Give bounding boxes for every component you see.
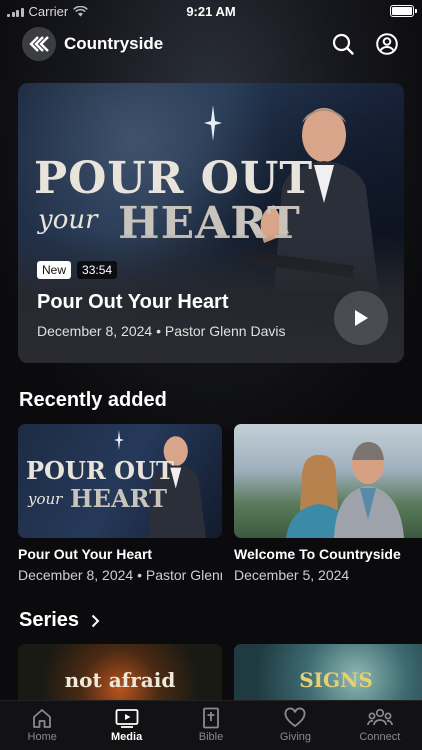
play-button[interactable] bbox=[334, 291, 388, 345]
series-art-title: SIGNS bbox=[299, 668, 373, 692]
play-icon bbox=[355, 310, 368, 326]
tab-label: Connect bbox=[359, 731, 401, 743]
bible-icon bbox=[203, 707, 219, 729]
hero-art-subtitle: your bbox=[38, 205, 98, 235]
status-time: 9:21 AM bbox=[186, 4, 236, 19]
card-meta: December 5, 2024 bbox=[234, 567, 350, 583]
media-card[interactable]: Welcome To Countryside December 5, 2024 bbox=[234, 424, 422, 583]
media-thumbnail bbox=[234, 424, 422, 538]
logo-icon[interactable] bbox=[22, 27, 56, 61]
battery-icon bbox=[390, 5, 417, 17]
account-icon[interactable] bbox=[374, 31, 400, 57]
tab-media[interactable]: Media bbox=[84, 701, 168, 750]
recently-added-list[interactable]: POUR OUT your HEART Pour Out Your Heart … bbox=[18, 424, 422, 583]
people-icon bbox=[366, 708, 393, 726]
new-badge: New bbox=[37, 261, 72, 279]
duration-badge: 33:54 bbox=[77, 261, 118, 279]
tab-giving[interactable]: Giving bbox=[253, 701, 337, 750]
series-card[interactable]: SIGNS bbox=[234, 644, 422, 700]
tab-label: Giving bbox=[279, 731, 312, 743]
tab-bar: Home Media Bible Giving Connect bbox=[0, 700, 422, 750]
thumb-art-title: POUR OUT bbox=[26, 456, 174, 485]
series-heading: Series bbox=[19, 609, 80, 631]
chevron-right-icon bbox=[91, 614, 100, 627]
card-meta: December 8, 2024 • Pastor Glenn Davis bbox=[18, 567, 222, 583]
thumb-art-heart: HEART bbox=[70, 484, 167, 513]
hero-art-title: POUR OUT bbox=[34, 153, 314, 204]
series-header[interactable]: Series bbox=[19, 609, 100, 632]
tab-label: Bible bbox=[198, 731, 224, 743]
media-icon bbox=[115, 709, 139, 728]
tab-bible[interactable]: Bible bbox=[169, 701, 253, 750]
tab-label: Media bbox=[111, 731, 143, 743]
card-title: Welcome To Countryside bbox=[234, 546, 401, 562]
media-card[interactable]: POUR OUT your HEART Pour Out Your Heart … bbox=[18, 424, 222, 583]
series-art-title: not afraid bbox=[64, 668, 176, 692]
recently-added-heading: Recently added bbox=[19, 389, 167, 411]
app-header: Countryside bbox=[22, 26, 400, 62]
media-thumbnail: POUR OUT your HEART bbox=[18, 424, 222, 538]
status-bar: Carrier 9:21 AM bbox=[0, 0, 422, 22]
series-card[interactable]: not afraid bbox=[18, 644, 222, 700]
featured-sermon-card[interactable]: POUR OUT your HEART New 33:54 Pour Out Y… bbox=[18, 83, 404, 363]
heart-icon bbox=[285, 707, 306, 728]
search-icon[interactable] bbox=[330, 31, 356, 57]
card-title: Pour Out Your Heart bbox=[18, 546, 153, 562]
hero-meta: December 8, 2024 • Pastor Glenn Davis bbox=[37, 323, 286, 339]
series-list[interactable]: not afraid SIGNS bbox=[18, 644, 422, 700]
star-graphic bbox=[204, 105, 222, 141]
hero-title: Pour Out Your Heart bbox=[37, 291, 229, 313]
home-icon bbox=[33, 709, 52, 728]
thumb-art-subtitle: your bbox=[28, 490, 63, 508]
app-title: Countryside bbox=[64, 34, 164, 53]
tab-connect[interactable]: Connect bbox=[338, 701, 422, 750]
hero-badges: New 33:54 bbox=[37, 261, 118, 279]
tab-label: Home bbox=[27, 731, 57, 743]
tab-home[interactable]: Home bbox=[0, 701, 84, 750]
